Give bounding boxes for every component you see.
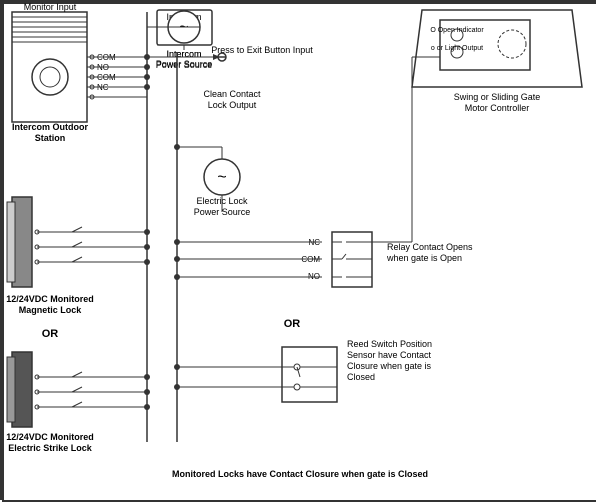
svg-text:Lock Output: Lock Output xyxy=(208,100,257,110)
svg-text:Power Source: Power Source xyxy=(156,60,213,70)
svg-text:Sensor have Contact: Sensor have Contact xyxy=(347,350,432,360)
svg-text:O Open Indicator: O Open Indicator xyxy=(430,27,484,34)
svg-text:Monitored Locks have Contact C: Monitored Locks have Contact Closure whe… xyxy=(172,469,428,479)
svg-text:Monitor Input: Monitor Input xyxy=(24,2,77,12)
svg-text:Reed Switch Position: Reed Switch Position xyxy=(347,339,432,349)
svg-text:Swing or Sliding Gate: Swing or Sliding Gate xyxy=(454,92,541,102)
svg-text:12/24VDC Monitored: 12/24VDC Monitored xyxy=(6,294,94,304)
svg-text:~: ~ xyxy=(217,169,226,186)
svg-text:Intercom Outdoor: Intercom Outdoor xyxy=(12,122,88,132)
svg-text:Electric Strike Lock: Electric Strike Lock xyxy=(8,443,93,453)
svg-text:12/24VDC Monitored: 12/24VDC Monitored xyxy=(6,432,94,442)
svg-text:o or Light Output: o or Light Output xyxy=(431,45,483,52)
svg-text:OR: OR xyxy=(284,318,301,330)
svg-text:Closure when gate is: Closure when gate is xyxy=(347,361,432,371)
svg-text:Press to Exit Button Input: Press to Exit Button Input xyxy=(211,45,313,55)
svg-text:when gate is Open: when gate is Open xyxy=(386,253,462,263)
svg-text:Station: Station xyxy=(35,133,66,143)
svg-text:Motor Controller: Motor Controller xyxy=(465,103,530,113)
svg-text:Magnetic Lock: Magnetic Lock xyxy=(19,305,83,315)
wiring-diagram: Monitor Input COM NO COM NC Intercom Out… xyxy=(0,0,596,500)
svg-text:OR: OR xyxy=(42,328,59,340)
svg-text:Clean Contact: Clean Contact xyxy=(203,89,261,99)
svg-text:Relay Contact Opens: Relay Contact Opens xyxy=(387,242,473,252)
svg-text:Closed: Closed xyxy=(347,372,375,382)
